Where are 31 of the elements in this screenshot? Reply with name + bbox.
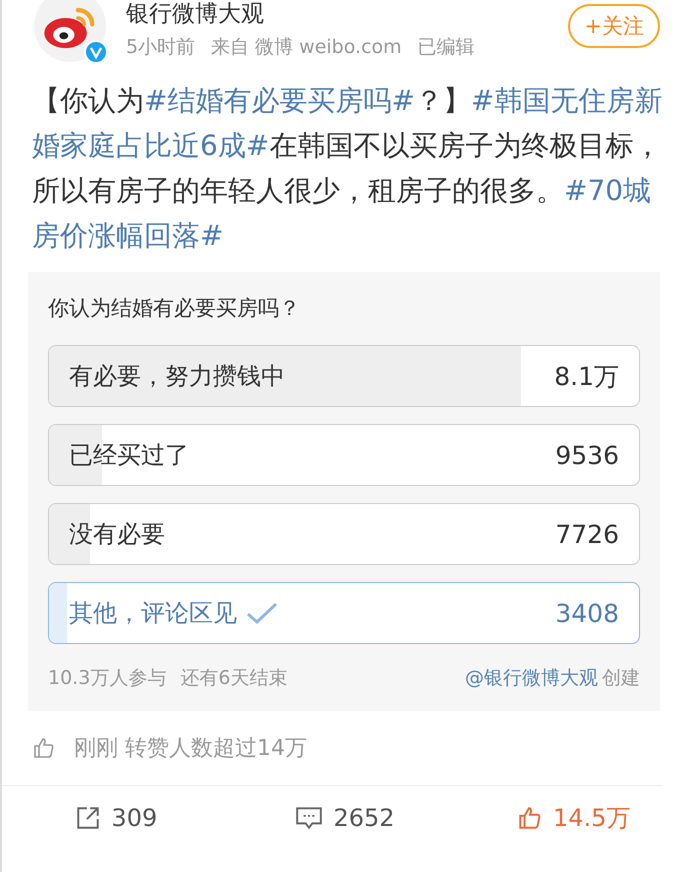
poll-option[interactable]: 有必要，努力攒钱中 8.1万: [48, 345, 640, 407]
author-name[interactable]: 银行微博大观: [126, 0, 568, 28]
option-label: 有必要，努力攒钱中: [69, 361, 285, 392]
creator-suffix: 创建: [602, 666, 640, 691]
thumbs-up-icon: [516, 805, 543, 831]
vote-count: 9536: [555, 440, 619, 470]
vote-count: 8.1万: [554, 360, 619, 392]
share-icon: [75, 805, 102, 831]
poll-question: 你认为结婚有必要买房吗？: [48, 295, 301, 322]
poll-option[interactable]: 已经买过了 9536: [48, 424, 640, 486]
post-meta: 5小时前: [126, 35, 196, 60]
notice-text: 刚刚 转赞人数超过14万: [74, 735, 307, 763]
comment-icon: [295, 805, 324, 831]
vote-count: 3408: [555, 598, 619, 628]
participants-count: 10.3万人参与: [48, 666, 166, 691]
thumbs-up-icon: [32, 736, 56, 760]
poll-option[interactable]: 没有必要 7726: [48, 503, 640, 565]
option-label: 已经买过了: [69, 440, 189, 471]
option-label: 其他，评论区见: [69, 598, 237, 629]
avatar[interactable]: [34, 0, 106, 62]
check-icon: [245, 601, 279, 625]
poll-deadline: 还有6天结束: [180, 666, 288, 691]
post-text: 【你认为#结婚有必要买房吗#？】#韩国无住房新婚家庭占比近6成#在韩国不以买房子为终极目标，所以有房子的年轻人很少，租房子的很多。#70城房价涨幅回落#: [32, 83, 664, 254]
poll-option[interactable]: 其他，评论区见 3408: [48, 582, 640, 644]
repost-button[interactable]: 309: [2, 796, 231, 840]
creator-link[interactable]: @银行微博大观: [465, 665, 598, 691]
post-meta: 来自 微博 weibo.com: [211, 35, 402, 60]
option-label: 没有必要: [69, 519, 165, 550]
vote-count: 7726: [555, 520, 619, 548]
post-meta: 已编辑: [418, 35, 475, 60]
comment-button[interactable]: 2652: [230, 796, 460, 840]
